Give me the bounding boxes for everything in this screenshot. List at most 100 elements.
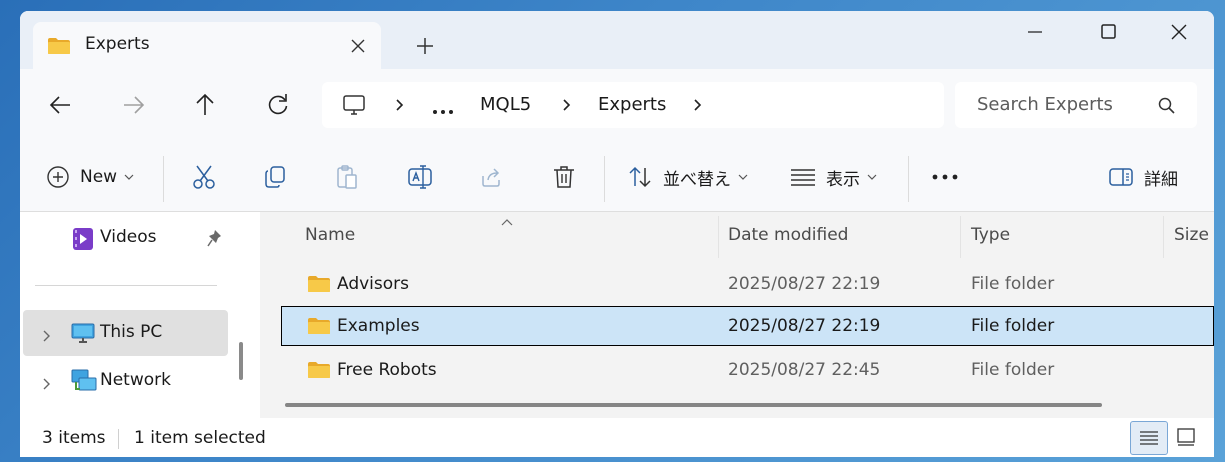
tiles-view-button[interactable] bbox=[1168, 421, 1206, 455]
file-type: File folder bbox=[971, 316, 1055, 336]
list-view-icon bbox=[791, 169, 815, 186]
tab-experts[interactable]: Experts bbox=[33, 22, 381, 69]
details-view-icon bbox=[1140, 431, 1158, 445]
search-input[interactable]: Search Experts bbox=[977, 94, 1113, 115]
column-header-size[interactable]: Size bbox=[1174, 225, 1209, 245]
plus-circle-icon bbox=[47, 166, 69, 188]
folder-icon bbox=[307, 361, 331, 383]
new-button[interactable]: New bbox=[46, 163, 134, 191]
column-header-date[interactable]: Date modified bbox=[728, 225, 848, 245]
search-icon[interactable] bbox=[1158, 97, 1176, 119]
chevron-right-icon[interactable] bbox=[41, 375, 51, 394]
more-icon bbox=[932, 174, 958, 180]
details-pane-button[interactable]: 詳細 bbox=[1108, 163, 1178, 191]
sort-button[interactable]: 並べ替え bbox=[627, 163, 748, 191]
file-name: Advisors bbox=[337, 274, 410, 294]
up-arrow-icon[interactable] bbox=[190, 91, 220, 119]
file-name: Free Robots bbox=[337, 360, 437, 380]
file-date: 2025/08/27 22:19 bbox=[728, 274, 881, 294]
file-list: Name Date modified Type Size Advisors 20… bbox=[260, 212, 1214, 418]
copy-button[interactable] bbox=[263, 163, 287, 191]
sort-icon bbox=[629, 166, 651, 188]
sidebar-item-network[interactable]: Network bbox=[23, 358, 228, 404]
close-tab-icon[interactable] bbox=[348, 36, 368, 56]
chevron-down-icon bbox=[867, 174, 877, 180]
breadcrumb-experts[interactable]: Experts bbox=[598, 94, 666, 115]
more-locations-icon[interactable] bbox=[432, 101, 454, 119]
copy-icon bbox=[265, 166, 285, 188]
table-row[interactable]: Free Robots 2025/08/27 22:45 File folder bbox=[260, 350, 1214, 390]
column-divider[interactable] bbox=[1163, 216, 1164, 258]
search-box[interactable]: Search Experts bbox=[955, 82, 1197, 128]
details-label: 詳細 bbox=[1144, 169, 1178, 190]
chevron-down-icon bbox=[738, 174, 748, 180]
column-divider[interactable] bbox=[960, 216, 961, 258]
file-date: 2025/08/27 22:45 bbox=[728, 360, 881, 380]
chevron-right-icon[interactable] bbox=[41, 327, 51, 346]
navigation-bar: MQL5 Experts Search Experts bbox=[20, 69, 1214, 141]
scissors-icon bbox=[193, 165, 215, 189]
divider bbox=[118, 429, 119, 449]
videos-icon bbox=[72, 227, 94, 255]
divider bbox=[35, 285, 217, 286]
details-view-button[interactable] bbox=[1130, 421, 1168, 455]
breadcrumb-chevron-icon[interactable] bbox=[562, 98, 572, 116]
address-bar[interactable]: MQL5 Experts bbox=[322, 82, 944, 128]
table-row[interactable]: Advisors 2025/08/27 22:19 File folder bbox=[260, 264, 1214, 304]
title-bar: Experts bbox=[20, 11, 1214, 69]
minimize-icon[interactable] bbox=[1015, 19, 1055, 49]
column-header-name[interactable]: Name bbox=[305, 225, 355, 245]
view-button[interactable]: 表示 bbox=[790, 163, 877, 191]
table-row-selected[interactable]: Examples 2025/08/27 22:19 File folder bbox=[281, 306, 1214, 346]
column-header-type[interactable]: Type bbox=[971, 225, 1010, 245]
clipboard-icon bbox=[337, 165, 357, 189]
pin-icon[interactable] bbox=[207, 229, 223, 251]
file-type: File folder bbox=[971, 274, 1055, 294]
command-bar: New 並べ替え 表示 詳細 bbox=[20, 141, 1214, 212]
monitor-icon bbox=[71, 323, 95, 347]
trash-icon bbox=[554, 166, 574, 188]
file-name: Examples bbox=[337, 316, 420, 336]
back-arrow-icon[interactable] bbox=[46, 91, 76, 119]
refresh-icon[interactable] bbox=[263, 91, 293, 119]
folder-icon bbox=[307, 275, 331, 297]
chevron-down-icon bbox=[124, 174, 134, 180]
new-tab-icon[interactable] bbox=[414, 35, 436, 57]
sidebar-item-videos[interactable]: Videos bbox=[23, 215, 228, 261]
forward-arrow-icon[interactable] bbox=[118, 91, 148, 119]
delete-button[interactable] bbox=[552, 163, 576, 191]
sidebar-item-label: Videos bbox=[100, 227, 157, 247]
share-button[interactable] bbox=[480, 163, 504, 191]
network-icon bbox=[71, 369, 97, 397]
divider bbox=[908, 156, 909, 202]
new-label: New bbox=[80, 167, 118, 187]
tab-title: Experts bbox=[85, 34, 150, 54]
file-explorer-window: Experts MQL5 Experts Search Experts New … bbox=[20, 11, 1214, 457]
breadcrumb-mql5[interactable]: MQL5 bbox=[480, 94, 531, 115]
share-icon bbox=[482, 168, 500, 187]
details-pane-icon bbox=[1109, 168, 1133, 186]
maximize-icon[interactable] bbox=[1088, 19, 1128, 49]
file-date: 2025/08/27 22:19 bbox=[728, 316, 881, 336]
close-window-icon[interactable] bbox=[1159, 19, 1199, 49]
sidebar-item-this-pc[interactable]: This PC bbox=[23, 310, 228, 356]
horizontal-scrollbar[interactable] bbox=[285, 403, 1102, 407]
breadcrumb-chevron-icon[interactable] bbox=[395, 98, 405, 116]
breadcrumb-chevron-icon[interactable] bbox=[693, 98, 703, 116]
sidebar-scrollbar[interactable] bbox=[239, 342, 243, 380]
status-bar: 3 items 1 item selected bbox=[20, 418, 1214, 457]
divider bbox=[604, 156, 605, 202]
rename-button[interactable] bbox=[407, 163, 433, 191]
computer-icon bbox=[342, 94, 366, 120]
divider bbox=[163, 156, 164, 202]
navigation-pane: Videos This PC Network bbox=[20, 212, 255, 418]
cut-button[interactable] bbox=[192, 163, 216, 191]
folder-icon bbox=[47, 37, 71, 59]
paste-button[interactable] bbox=[335, 163, 359, 191]
more-options-button[interactable] bbox=[932, 163, 958, 191]
item-count: 3 items bbox=[42, 428, 106, 448]
column-divider[interactable] bbox=[718, 216, 719, 258]
sort-label: 並べ替え bbox=[663, 169, 731, 190]
selection-count: 1 item selected bbox=[134, 428, 266, 448]
view-label: 表示 bbox=[826, 169, 860, 190]
